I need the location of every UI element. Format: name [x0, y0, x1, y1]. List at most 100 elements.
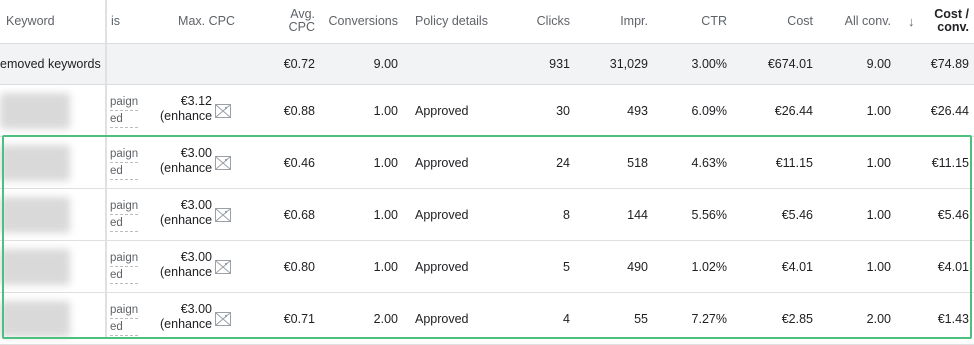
impr-cell: 55	[634, 311, 648, 326]
cost-cell: €5.46	[781, 207, 813, 222]
broken-image-icon	[215, 207, 231, 222]
policy-status: Approved	[415, 259, 469, 274]
max-cpc-value: €3.00	[180, 301, 212, 316]
max-cpc-value: €3.00	[180, 197, 212, 212]
campaign-name-line2: ed	[110, 267, 138, 284]
campaign-name-line1: paign	[110, 94, 138, 111]
cost-cell: €2.85	[781, 311, 813, 326]
campaign-cell[interactable]: paign ed	[110, 250, 138, 284]
max-cpc-cell[interactable]: €3.00(enhanced	[160, 302, 212, 336]
total-impr: 31,029	[609, 57, 648, 71]
all-conv-cell: 1.00	[866, 103, 891, 118]
header-avg-cpc-line2: CPC	[288, 20, 315, 34]
clicks-cell: 24	[556, 155, 570, 170]
table-header: Keyword is Max. CPC Avg. CPC Conversions…	[0, 0, 974, 44]
max-cpc-value: €3.00	[180, 249, 212, 264]
clicks-cell: 8	[563, 207, 570, 222]
header-campaign[interactable]: is	[111, 14, 120, 28]
blurred-keyword	[0, 92, 70, 129]
max-cpc-strategy: (enhanced	[160, 108, 212, 123]
policy-status: Approved	[415, 103, 469, 118]
header-conversions[interactable]: Conversions	[329, 14, 398, 28]
max-cpc-strategy: (enhanced	[160, 316, 212, 331]
campaign-cell[interactable]: paign ed	[110, 94, 138, 128]
table-row: paigned €3.00(enhanced €0.68 1.00 Approved 8 1…	[0, 189, 974, 241]
cost-conv-cell: €1.43	[937, 311, 969, 326]
header-avg-cpc[interactable]: Avg. CPC	[289, 8, 315, 34]
max-cpc-value: €3.00	[180, 145, 212, 160]
blurred-keyword	[0, 248, 70, 285]
header-cost[interactable]: Cost	[787, 14, 813, 28]
header-max-cpc[interactable]: Max. CPC	[178, 14, 235, 28]
table-row: paigned €3.12(enhanced €0.88 1.00 Approved 30…	[0, 85, 974, 137]
campaign-name-line1: paign	[110, 250, 138, 267]
total-cost-conv: €74.89	[930, 57, 969, 71]
max-cpc-cell[interactable]: €3.12(enhanced	[160, 94, 212, 128]
max-cpc-value: €3.12	[180, 93, 212, 108]
max-cpc-strategy: (enhanced	[160, 160, 212, 175]
broken-image-icon	[215, 103, 231, 118]
total-conversions: 9.00	[373, 57, 398, 71]
clicks-cell: 30	[556, 103, 570, 118]
total-ctr: 3.00%	[691, 57, 727, 71]
cost-conv-cell: €26.44	[930, 103, 969, 118]
campaign-name-line2: ed	[110, 111, 138, 128]
header-clicks[interactable]: Clicks	[537, 14, 570, 28]
campaign-cell[interactable]: paign ed	[110, 198, 138, 232]
cost-conv-cell: €4.01	[937, 259, 969, 274]
avg-cpc-cell: €0.46	[283, 155, 315, 170]
policy-status: Approved	[415, 207, 469, 222]
total-all-conv: 9.00	[866, 57, 891, 71]
header-all-conv[interactable]: All conv.	[845, 14, 891, 28]
total-row: emoved keywords €0.72 9.00 931 31,029 3.…	[0, 44, 974, 85]
campaign-name-line1: paign	[110, 198, 138, 215]
sort-arrow-icon[interactable]: ↓	[908, 14, 915, 29]
impr-cell: 490	[627, 259, 648, 274]
blurred-keyword	[0, 300, 70, 337]
broken-image-icon	[215, 259, 231, 274]
all-conv-cell: 1.00	[866, 259, 891, 274]
clicks-cell: 4	[563, 311, 570, 326]
total-label: emoved keywords	[0, 57, 101, 71]
campaign-name-line2: ed	[110, 319, 138, 336]
avg-cpc-cell: €0.68	[283, 207, 315, 222]
ctr-cell: 7.27%	[691, 311, 727, 326]
max-cpc-cell[interactable]: €3.00(enhanced	[160, 198, 212, 232]
table-row: paigned €3.00(enhanced €0.46 1.00 Approved 24…	[0, 137, 974, 189]
avg-cpc-cell: €0.88	[283, 103, 315, 118]
campaign-cell[interactable]: paign ed	[110, 146, 138, 180]
total-avg-cpc: €0.72	[283, 57, 315, 71]
campaign-name-line2: ed	[110, 215, 138, 232]
header-cost-per-conv[interactable]: Cost / conv.	[934, 8, 969, 34]
avg-cpc-cell: €0.80	[283, 259, 315, 274]
header-impressions[interactable]: Impr.	[620, 14, 648, 28]
all-conv-cell: 1.00	[866, 155, 891, 170]
header-policy-details[interactable]: Policy details	[415, 14, 488, 28]
policy-status: Approved	[415, 155, 469, 170]
max-cpc-cell[interactable]: €3.00(enhanced	[160, 146, 212, 180]
header-ctr[interactable]: CTR	[701, 14, 727, 28]
header-cost-conv-line2: conv.	[937, 20, 969, 34]
max-cpc-cell[interactable]: €3.00(enhanced	[160, 250, 212, 284]
campaign-name-line1: paign	[110, 146, 138, 163]
impr-cell: 518	[627, 155, 648, 170]
all-conv-cell: 2.00	[866, 311, 891, 326]
frozen-column-divider	[105, 0, 107, 339]
blurred-keyword	[0, 144, 70, 181]
blurred-keyword	[0, 196, 70, 233]
policy-status: Approved	[415, 311, 469, 326]
max-cpc-strategy: (enhanced	[160, 212, 212, 227]
ctr-cell: 4.63%	[691, 155, 727, 170]
header-keyword[interactable]: Keyword	[6, 14, 55, 28]
ctr-cell: 1.02%	[691, 259, 727, 274]
broken-image-icon	[215, 155, 231, 170]
campaign-cell[interactable]: paign ed	[110, 302, 138, 336]
campaign-name-line2: ed	[110, 163, 138, 180]
broken-image-icon	[215, 311, 231, 326]
cost-conv-cell: €11.15	[931, 155, 969, 170]
table-row: paigned €3.00(enhanced €0.80 1.00 Approved 5 4…	[0, 241, 974, 293]
cost-cell: €26.44	[774, 103, 813, 118]
max-cpc-strategy: (enhanced	[160, 264, 212, 279]
ctr-cell: 6.09%	[691, 103, 727, 118]
ctr-cell: 5.56%	[691, 207, 727, 222]
